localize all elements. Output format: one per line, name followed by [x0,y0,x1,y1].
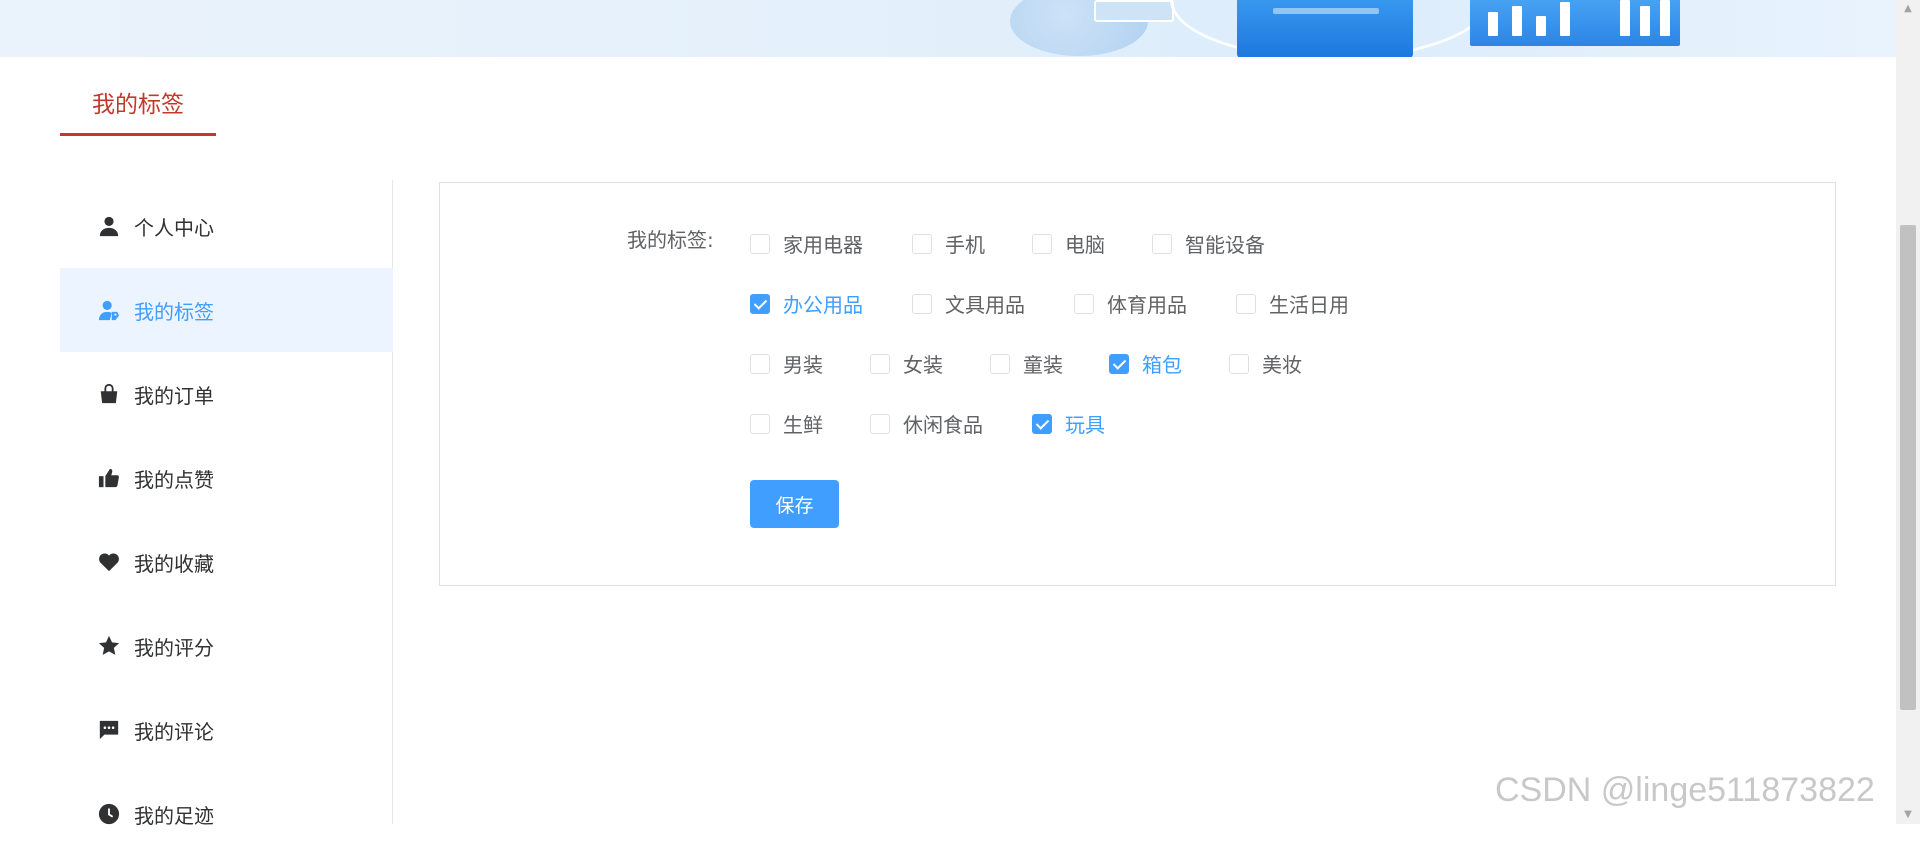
star-icon [97,634,121,658]
sidebar-item-label: 我的标签 [134,299,214,324]
checkbox-box[interactable] [1032,233,1052,254]
checkbox-box[interactable] [912,293,932,314]
tag-checkbox-snacks[interactable]: 休闲食品 [870,409,983,438]
vertical-scrollbar[interactable]: ▲ ▼ [1896,0,1920,824]
tag-label: 体育用品 [1107,293,1187,317]
user-tag-icon [97,298,121,322]
tag-label: 休闲食品 [903,413,983,437]
checkbox-box[interactable] [750,413,770,434]
tag-label: 家用电器 [783,233,863,257]
checkbox-box[interactable] [990,353,1010,374]
tag-checkbox-toys[interactable]: 玩具 [1032,409,1105,438]
sidebar-item-my-likes[interactable]: 我的点赞 [60,436,393,520]
tag-label: 文具用品 [945,293,1025,317]
top-banner-image [0,0,1896,57]
tag-checkbox-cosmetics[interactable]: 美妆 [1229,349,1302,378]
tag-label: 办公用品 [783,293,863,317]
sidebar-item-label: 我的收藏 [134,551,214,576]
tag-checkbox-mobile-phones[interactable]: 手机 [912,229,985,258]
banner-device-decoration [1237,0,1413,57]
tag-checkbox-smart-devices[interactable]: 智能设备 [1152,229,1265,258]
tag-label: 男装 [783,353,823,377]
scrollbar-thumb[interactable] [1900,225,1916,710]
save-button[interactable]: 保存 [750,480,839,528]
tag-checkbox-home-appliances[interactable]: 家用电器 [750,229,863,258]
tag-checkbox-daily-necessities[interactable]: 生活日用 [1236,289,1349,318]
scroll-down-arrow-icon[interactable]: ▼ [1896,806,1920,824]
checkbox-box[interactable] [870,413,890,434]
comment-icon [97,718,121,742]
tag-label: 生鲜 [783,413,823,437]
sidebar-item-label: 我的足迹 [134,803,214,828]
clock-icon [97,802,121,826]
sidebar-item-my-orders[interactable]: 我的订单 [60,352,393,436]
sidebar-item-label: 个人中心 [134,215,214,240]
my-tags-form-label: 我的标签: [627,228,714,252]
tag-label: 手机 [945,233,985,257]
tag-checkbox-computers[interactable]: 电脑 [1032,229,1105,258]
checkbox-box[interactable] [1152,233,1172,254]
sidebar-item-my-favorites[interactable]: 我的收藏 [60,520,393,604]
tag-checkbox-office-supplies[interactable]: 办公用品 [750,289,863,318]
sidebar-item-my-tags[interactable]: 我的标签 [60,268,393,352]
tag-label: 智能设备 [1185,233,1265,257]
scroll-up-arrow-icon[interactable]: ▲ [1896,0,1920,18]
checkbox-box[interactable] [750,353,770,374]
tag-label: 生活日用 [1269,293,1349,317]
user-icon [97,214,121,238]
checkbox-box[interactable] [1236,293,1256,314]
checkbox-box[interactable] [1229,353,1249,374]
tag-label: 女装 [903,353,943,377]
tag-label: 箱包 [1142,353,1182,377]
sidebar-item-my-history[interactable]: 我的足迹 [60,772,393,856]
sidebar-item-my-ratings[interactable]: 我的评分 [60,604,393,688]
thumbs-up-icon [97,466,121,490]
sidebar-item-label: 我的点赞 [134,467,214,492]
checkbox-box-checked[interactable] [1032,413,1052,434]
sidebar-menu: 个人中心 我的标签 我的订单 我的点赞 我的收藏 我的评分 我的评论 我的足迹 [60,180,393,828]
checkbox-box[interactable] [750,233,770,254]
tag-checkbox-kidswear[interactable]: 童装 [990,349,1063,378]
sidebar-item-label: 我的评论 [134,719,214,744]
tag-checkbox-bags[interactable]: 箱包 [1109,349,1182,378]
checkbox-box-checked[interactable] [750,293,770,314]
checkbox-box-checked[interactable] [1109,353,1129,374]
page-title-tab[interactable]: 我的标签 [60,86,216,136]
shopping-bag-icon [97,382,121,406]
banner-chart-decoration [1470,0,1680,46]
sidebar-item-my-comments[interactable]: 我的评论 [60,688,393,772]
checkbox-box[interactable] [912,233,932,254]
tag-checkbox-womenswear[interactable]: 女装 [870,349,943,378]
tag-checkbox-fresh-food[interactable]: 生鲜 [750,409,823,438]
sidebar-item-personal-center[interactable]: 个人中心 [60,184,393,268]
tag-label: 电脑 [1065,233,1105,257]
sidebar-item-label: 我的评分 [134,635,214,660]
banner-panel-decoration [1094,0,1174,22]
tag-label: 童装 [1023,353,1063,377]
heart-icon [97,550,121,574]
tag-label: 玩具 [1065,413,1105,437]
tag-checkbox-stationery[interactable]: 文具用品 [912,289,1025,318]
tag-checkbox-menswear[interactable]: 男装 [750,349,823,378]
tag-checkbox-sports-goods[interactable]: 体育用品 [1074,289,1187,318]
tag-label: 美妆 [1262,353,1302,377]
csdn-watermark: CSDN @linge511873822 [1495,771,1875,809]
checkbox-box[interactable] [1074,293,1094,314]
checkbox-box[interactable] [870,353,890,374]
sidebar-item-label: 我的订单 [134,383,214,408]
